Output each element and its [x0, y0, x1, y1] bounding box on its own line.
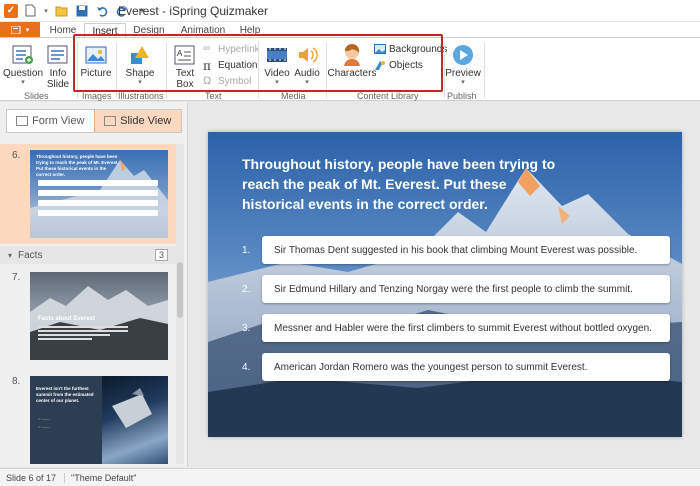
group-label-publish: Publish	[447, 91, 477, 101]
answer-item-4[interactable]: 4. American Jordan Romero was the younge…	[242, 353, 670, 381]
answer-number: 2.	[242, 283, 251, 295]
scrollbar-thumb[interactable]	[177, 262, 183, 318]
title-bar: ✓ ▾ ▾ Everest - iSpring Quizmaker	[0, 0, 700, 22]
new-file-icon[interactable]	[22, 3, 38, 19]
form-view-icon	[16, 116, 29, 126]
slide-list: 6. Throughout history, people have been …	[0, 144, 188, 467]
question-button[interactable]: Question ▾	[3, 44, 43, 86]
answer-text[interactable]: Messner and Habler were the first climbe…	[262, 314, 670, 342]
view-toggle: Form View Slide View	[6, 109, 182, 133]
slide-view-button[interactable]: Slide View	[93, 110, 181, 132]
slide-editor[interactable]: Throughout history, people have been try…	[208, 132, 682, 437]
open-folder-icon[interactable]	[54, 3, 70, 19]
slide-panel: Form View Slide View 6. Throughout histo…	[0, 102, 188, 467]
slide-canvas: Throughout history, people have been try…	[188, 102, 700, 467]
slide-view-icon	[104, 116, 117, 126]
answer-item-2[interactable]: 2. Sir Edmund Hillary and Tenzing Norgay…	[242, 275, 670, 303]
slide-thumbnail-8[interactable]: 8. Everest isn't the furthest summit fro…	[0, 370, 176, 467]
slide-thumbnail-image: Facts about Everest	[30, 272, 168, 360]
form-view-button[interactable]: Form View	[7, 110, 94, 132]
answer-item-3[interactable]: 3. Messner and Habler were the first cli…	[242, 314, 670, 342]
preview-dropdown-icon: ▾	[461, 79, 465, 86]
section-header-facts[interactable]: ▾ Facts 3	[0, 246, 176, 264]
group-label-slides: Slides	[24, 91, 49, 101]
status-bar: Slide 6 of 17 "Theme Default"	[0, 468, 700, 486]
save-icon[interactable]	[74, 3, 90, 19]
highlight-annotation	[73, 34, 443, 92]
undo-icon[interactable]	[94, 3, 110, 19]
slide-thumbnail-image: Everest isn't the furthest summit from t…	[30, 376, 168, 464]
app-logo-icon: ✓	[4, 3, 18, 18]
group-label-illustrations: Illustrations	[118, 91, 164, 101]
ribbon: Question ▾ Info Slide Picture Shape ▾ A …	[0, 34, 700, 101]
answer-number: 1.	[242, 244, 251, 256]
dropdown-icon[interactable]: ▾	[42, 3, 50, 19]
question-text[interactable]: Throughout history, people have been try…	[242, 154, 562, 214]
play-icon	[453, 45, 473, 65]
answer-number: 3.	[242, 322, 251, 334]
thumbnail-question-text: Everest isn't the furthest summit from t…	[36, 386, 94, 403]
question-icon	[12, 45, 33, 64]
slide-thumbnail-6[interactable]: 6. Throughout history, people have been …	[0, 144, 176, 244]
theme-name: "Theme Default"	[71, 472, 137, 483]
answer-number: 4.	[242, 361, 251, 373]
window-title: Everest - iSpring Quizmaker	[118, 4, 269, 18]
slide-thumbnail-7[interactable]: 7. Facts about Everest	[0, 266, 176, 366]
slide-list-scrollbar[interactable]	[176, 144, 184, 464]
answer-text[interactable]: American Jordan Romero was the youngest …	[262, 353, 670, 381]
info-slide-button[interactable]: Info Slide	[44, 44, 72, 90]
section-count-badge: 3	[154, 249, 168, 261]
group-label-text: Text	[205, 91, 222, 101]
group-label-content-library: Content Library	[357, 91, 419, 101]
thumbnail-title: Facts about Everest	[38, 316, 96, 322]
slide-thumbnail-image: Throughout history, people have been try…	[30, 150, 168, 238]
answer-item-1[interactable]: 1. Sir Thomas Dent suggested in his book…	[242, 236, 670, 264]
group-label-media: Media	[281, 91, 306, 101]
answer-text[interactable]: Sir Thomas Dent suggested in his book th…	[262, 236, 670, 264]
question-dropdown-icon: ▾	[21, 79, 25, 86]
answer-text[interactable]: Sir Edmund Hillary and Tenzing Norgay we…	[262, 275, 670, 303]
group-label-images: Images	[82, 91, 112, 101]
info-slide-icon	[47, 45, 68, 64]
thumbnail-question-text: Throughout history, people have been try…	[36, 154, 119, 177]
preview-button[interactable]: Preview ▾	[445, 44, 481, 86]
chevron-down-icon[interactable]: ▾	[8, 251, 12, 260]
slide-position: Slide 6 of 17	[6, 472, 66, 483]
file-menu-button[interactable]: ▾	[0, 22, 40, 38]
